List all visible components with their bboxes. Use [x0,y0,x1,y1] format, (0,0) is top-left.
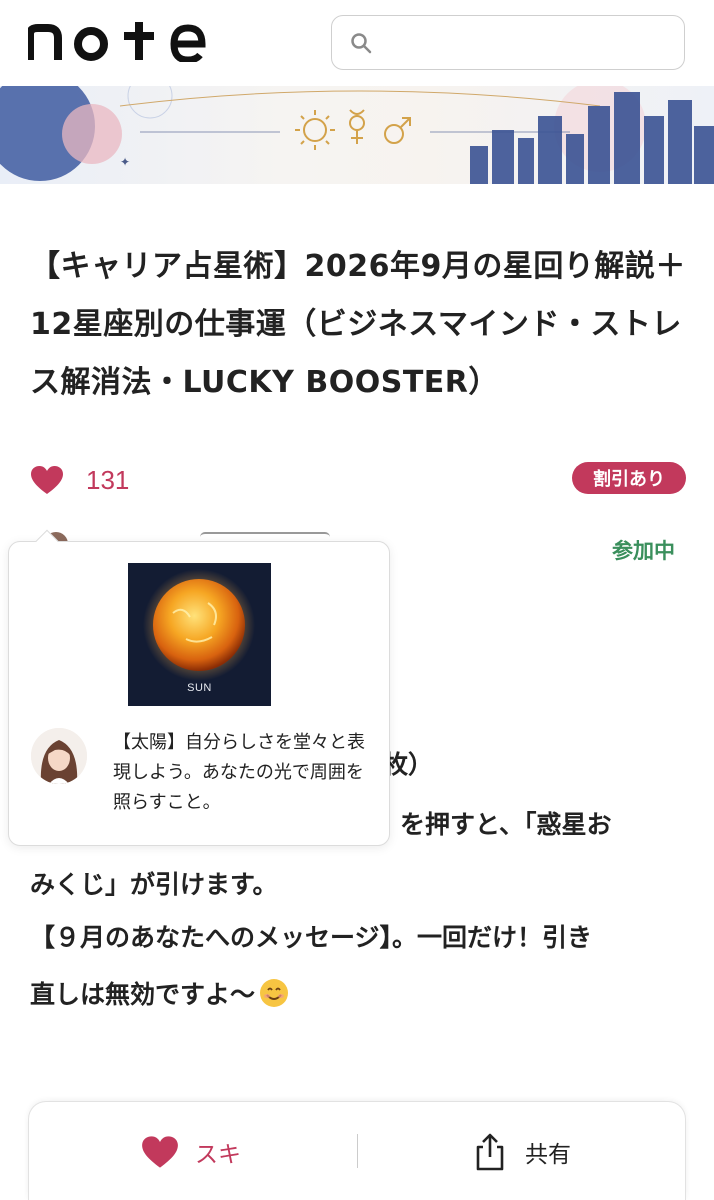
share-button-label: 共有 [525,1142,571,1168]
like-button[interactable]: スキ [141,1132,241,1172]
sun-card-image: SUN [128,563,271,706]
smile-emoji-icon [260,979,289,1007]
svg-text:✦: ✦ [120,155,130,169]
article-title: 【キャリア占星術】2026年9月の星回り解説＋12星座別の仕事運（ビジネスマイン… [30,249,686,400]
share-button[interactable]: 共有 [473,1130,571,1174]
body-line-2: を押すと、「惑星お [400,810,612,839]
search-input[interactable] [331,15,685,70]
search-icon [351,33,372,54]
header [0,0,714,86]
body-line-3: みくじ」が引けます。 [30,870,278,899]
share-icon [476,1133,504,1171]
header-banner-image: ✦ [0,86,714,184]
heart-icon [142,1136,178,1168]
popup-message: 【太陽】自分らしさを堂々と表現しよう。あなたの光で周囲を照らすこと。 [113,732,365,813]
discount-badge: 割引あり [572,462,686,494]
author-avatar [31,728,87,784]
sun-card-label: SUN [187,682,212,694]
body-line-4: 【９月のあなたへのメッセージ】。一回だけ！引き [30,923,593,952]
sun-symbol-icon [295,110,335,150]
planet-omikuji-popup[interactable]: SUN 【太陽】自分らしさを堂々と表現しよう。あなたの光で周囲を照らすこと。 [8,529,390,846]
body-line-5: 直しは無効ですよ〜 [30,975,289,1011]
like-count: 131 [86,464,130,495]
note-logo[interactable] [28,22,208,62]
mercury-symbol-icon [349,109,365,144]
mars-symbol-icon [384,117,411,144]
heart-icon [31,466,63,494]
like-summary[interactable]: 131 [30,462,129,498]
like-button-label: スキ [195,1142,241,1168]
body-line-5-text: 直しは無効ですよ〜 [30,980,256,1009]
membership-status[interactable]: 参加中 [612,535,675,565]
divider [357,1134,358,1168]
bottom-action-bar: スキ 共有 [28,1101,686,1200]
